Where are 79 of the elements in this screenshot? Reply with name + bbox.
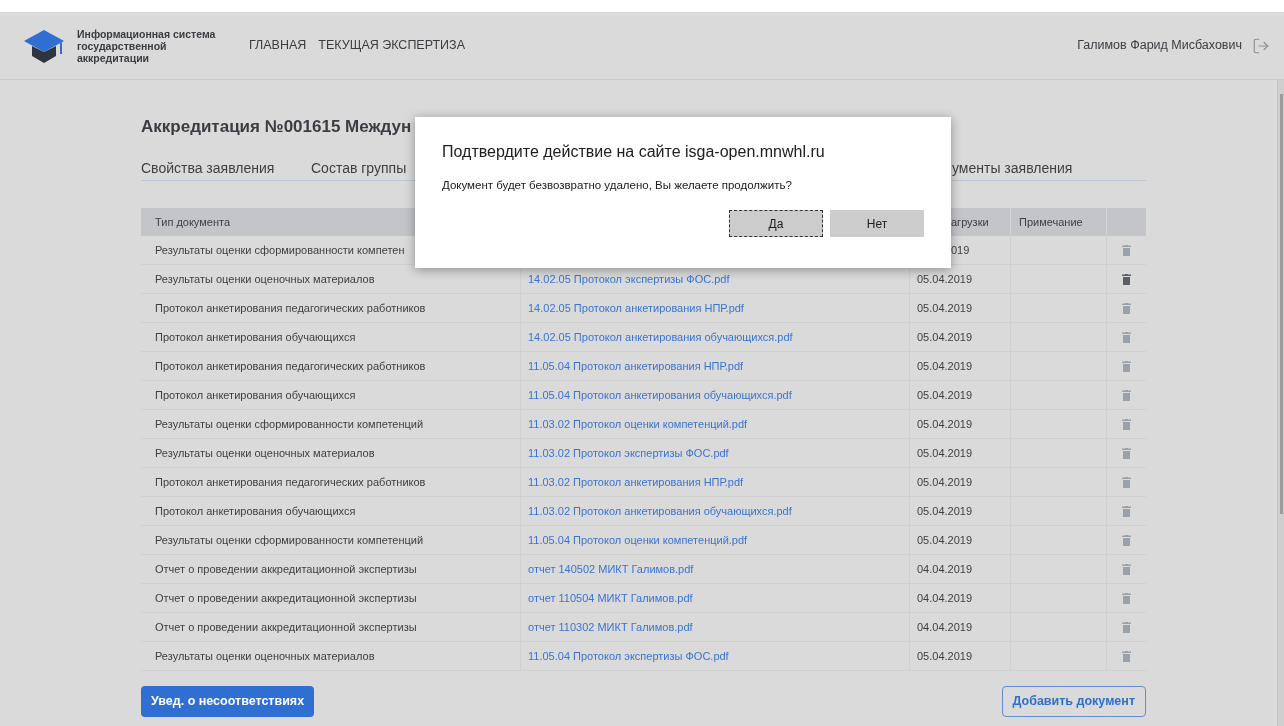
document-type: Результаты оценки оценочных материалов: [155, 271, 375, 287]
user-name: Галимов Фарид Мисбахович: [1077, 37, 1242, 55]
document-type: Отчет о проведении аккредитационной экспертизы: [155, 590, 417, 606]
upload-date: 05.04.2019: [917, 532, 973, 548]
document-type: Протокол анкетирования педагогических работников: [155, 474, 426, 490]
system-name: Информационная система государственной аккредитации: [77, 27, 217, 64]
file-link[interactable]: 11.03.02 Протокол анкетирования НПР.pdf: [528, 473, 744, 491]
trash-icon[interactable]: [1122, 505, 1131, 517]
document-type: Протокол анкетирования обучающихся: [155, 387, 356, 403]
notify-button[interactable]: Увед. о несоответствиях: [141, 686, 315, 717]
trash-icon[interactable]: [1122, 563, 1131, 575]
trash-icon[interactable]: [1122, 418, 1131, 430]
file-link[interactable]: 14.02.05 Протокол анкетирования обучающихся.pdf: [528, 328, 793, 346]
file-link[interactable]: 11.05.04 Протокол анкетирования обучающихся.pdf: [528, 386, 792, 404]
upload-date: 019: [951, 242, 970, 258]
trash-icon[interactable]: [1122, 331, 1131, 343]
dialog-button[interactable]: Да: [729, 210, 823, 238]
trash-icon[interactable]: [1122, 592, 1131, 604]
trash-icon[interactable]: [1122, 650, 1131, 662]
upload-date: 05.04.2019: [917, 474, 973, 490]
trash-icon[interactable]: [1122, 476, 1131, 488]
file-link[interactable]: отчет 110302 МИКТ Галимов.pdf: [528, 618, 693, 636]
document-type: Протокол анкетирования обучающихся: [155, 503, 356, 519]
file-link[interactable]: 11.03.02 Протокол анкетирования обучающихся.pdf: [528, 502, 792, 520]
dialog-message: Документ будет безвозвратно удалено, Вы желаете продолжить?: [442, 178, 792, 193]
trash-icon[interactable]: [1122, 360, 1131, 372]
file-link[interactable]: 14.02.05 Протокол экспертизы ФОС.pdf: [528, 270, 730, 288]
upload-date: 05.04.2019: [917, 358, 973, 374]
file-link[interactable]: отчет 110504 МИКТ Галимов.pdf: [528, 589, 693, 607]
column-header: Примечание: [1019, 214, 1083, 230]
file-link[interactable]: 11.05.04 Протокол анкетирования НПР.pdf: [528, 357, 744, 375]
upload-date: 05.04.2019: [917, 271, 973, 287]
document-type: Результаты оценки оценочных материалов: [155, 648, 375, 664]
trash-icon[interactable]: [1122, 447, 1131, 459]
trash-icon[interactable]: [1122, 302, 1131, 314]
file-link[interactable]: 11.05.04 Протокол экспертизы ФОС.pdf: [528, 647, 729, 665]
column-header: агрузки: [951, 214, 989, 230]
upload-date: 05.04.2019: [917, 416, 973, 432]
file-link[interactable]: 11.03.02 Протокол экспертизы ФОС.pdf: [528, 444, 729, 462]
document-type: Результаты оценки сформированности компетенций: [155, 532, 424, 548]
scrollbar-thumb[interactable]: [1280, 94, 1283, 514]
logout-icon[interactable]: [1252, 36, 1270, 55]
trash-icon[interactable]: [1122, 273, 1131, 285]
document-type: Результаты оценки сформированности компетенций: [155, 416, 424, 432]
upload-date: 05.04.2019: [917, 300, 973, 316]
document-type: Протокол анкетирования обучающихся: [155, 329, 356, 345]
add-document-button[interactable]: Добавить документ: [1001, 686, 1146, 717]
column-header: Тип документа: [155, 214, 231, 230]
upload-date: 05.04.2019: [917, 648, 973, 664]
dialog-title: Подтвердите действие на сайте isga-open.mnwhl.ru: [442, 142, 825, 162]
page-title: Аккредитация №001615 Междун: [141, 116, 412, 138]
dialog-button[interactable]: Нет: [830, 210, 924, 238]
trash-icon[interactable]: [1122, 621, 1131, 633]
file-link[interactable]: 14.02.05 Протокол анкетирования НПР.pdf: [528, 299, 744, 317]
upload-date: 04.04.2019: [917, 590, 973, 606]
tab[interactable]: ументы заявления: [952, 158, 1073, 179]
upload-date: 05.04.2019: [917, 445, 973, 461]
trash-icon[interactable]: [1122, 389, 1131, 401]
upload-date: 04.04.2019: [917, 619, 973, 635]
upload-date: 05.04.2019: [917, 503, 973, 519]
nav-link[interactable]: ТЕКУЩАЯ ЭКСПЕРТИЗА: [318, 36, 465, 55]
graduation-cap-logo: [24, 27, 64, 64]
document-type: Протокол анкетирования педагогических работников: [155, 358, 426, 374]
file-link[interactable]: отчет 140502 МИКТ Галимов.pdf: [528, 560, 694, 578]
file-link[interactable]: 11.03.02 Протокол оценки компетенций.pdf: [528, 415, 748, 433]
document-type: Результаты оценки сформированности компетен: [155, 242, 405, 258]
document-type: Результаты оценки оценочных материалов: [155, 445, 375, 461]
file-link[interactable]: 11.05.04 Протокол оценки компетенций.pdf: [528, 531, 748, 549]
upload-date: 05.04.2019: [917, 387, 973, 403]
nav-link[interactable]: ГЛАВНАЯ: [249, 36, 307, 55]
upload-date: 04.04.2019: [917, 561, 973, 577]
document-type: Отчет о проведении аккредитационной экспертизы: [155, 619, 417, 635]
trash-icon[interactable]: [1122, 244, 1131, 256]
trash-icon[interactable]: [1122, 534, 1131, 546]
document-type: Протокол анкетирования педагогических работников: [155, 300, 426, 316]
tab[interactable]: Свойства заявления: [141, 158, 275, 179]
upload-date: 05.04.2019: [917, 329, 973, 345]
tab[interactable]: Состав группы: [311, 158, 407, 179]
document-type: Отчет о проведении аккредитационной экспертизы: [155, 561, 417, 577]
